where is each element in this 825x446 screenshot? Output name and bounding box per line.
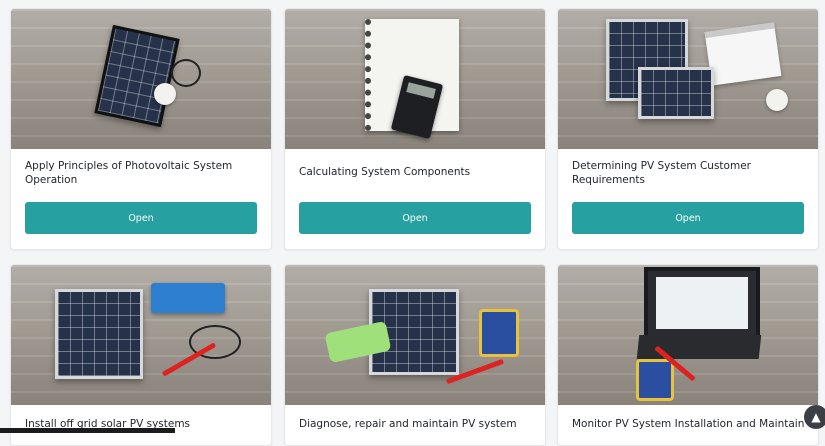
open-button[interactable]: Open xyxy=(572,202,804,234)
course-card: Monitor PV System Installation and Maint… xyxy=(557,264,819,446)
course-title: Calculating System Components xyxy=(299,166,471,178)
course-title: Diagnose, repair and maintain PV system xyxy=(299,418,517,430)
screwdriver-icon xyxy=(161,342,217,377)
multimeter-icon xyxy=(479,309,519,357)
solar-panel-icon xyxy=(94,24,180,128)
course-title: Monitor PV System Installation and Maint… xyxy=(572,418,805,430)
course-card: Apply Principles of Photovoltaic System … xyxy=(10,8,272,250)
course-image xyxy=(11,265,271,405)
bulb-icon xyxy=(154,83,176,105)
solar-panel-icon xyxy=(55,289,143,379)
clipboard-icon xyxy=(704,22,782,86)
course-image xyxy=(558,265,818,405)
open-button[interactable]: Open xyxy=(25,202,257,234)
course-title: Determining PV System Customer Requireme… xyxy=(572,160,751,186)
cable-icon xyxy=(171,59,201,87)
course-card: Install off grid solar PV systems xyxy=(10,264,272,446)
chevron-up-icon[interactable]: ▲ xyxy=(804,405,825,429)
bulb-icon xyxy=(766,89,788,111)
course-image xyxy=(558,9,818,149)
course-image xyxy=(285,9,545,149)
laptop-icon xyxy=(644,267,760,339)
horizontal-scrollbar[interactable] xyxy=(0,428,175,433)
course-card: Diagnose, repair and maintain PV system xyxy=(284,264,546,446)
multimeter-icon xyxy=(636,359,674,401)
inverter-icon xyxy=(151,283,225,313)
solar-panel-icon xyxy=(638,67,714,119)
course-card: Calculating System Components Open xyxy=(284,8,546,250)
open-button[interactable]: Open xyxy=(299,202,531,234)
course-image xyxy=(285,265,545,405)
course-image xyxy=(11,9,271,149)
course-title: Apply Principles of Photovoltaic System … xyxy=(25,160,233,186)
course-card: Determining PV System Customer Requireme… xyxy=(557,8,819,250)
